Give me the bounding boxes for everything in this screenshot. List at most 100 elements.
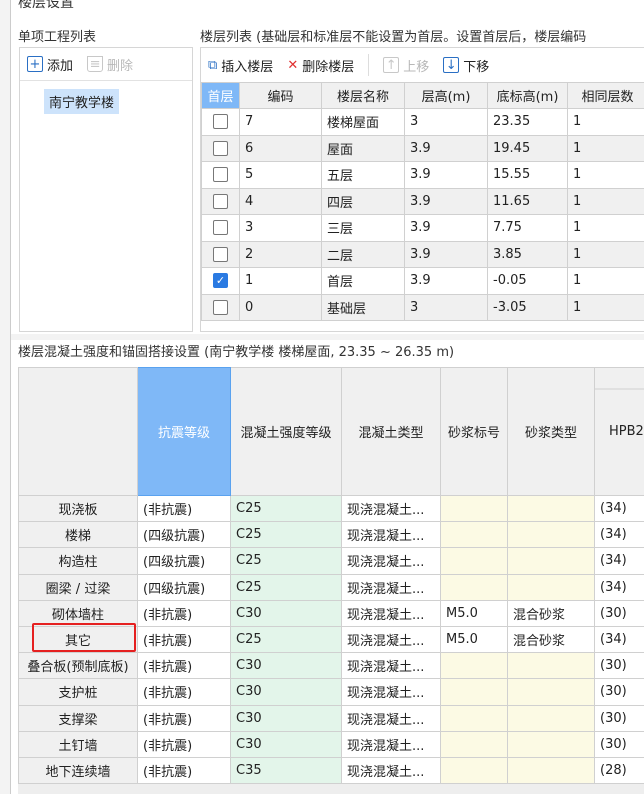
cell-concrete-grade[interactable]: C25	[230, 547, 342, 575]
cell-same[interactable]: 1	[567, 214, 644, 242]
cell-hpb[interactable]: (34)	[594, 625, 644, 654]
concrete-row[interactable]: 圈梁 / 过梁 (四级抗震) C25 现浇混凝土... (34)	[18, 573, 644, 601]
cell-mortar-grade[interactable]	[440, 704, 508, 732]
cell-concrete-grade[interactable]: C25	[230, 494, 342, 523]
first-floor-checkbox[interactable]	[213, 299, 228, 315]
cell-same[interactable]: 1	[567, 267, 644, 295]
delete-button[interactable]: ≡ 删除	[87, 55, 133, 74]
first-floor-cell[interactable]: ✓	[201, 267, 240, 295]
cell-code[interactable]: 0	[239, 293, 322, 321]
floor-row[interactable]: 6 屋面 3.9 19.45 1	[201, 134, 644, 162]
cell-same[interactable]: 1	[567, 108, 644, 136]
cell-mortar-grade[interactable]	[440, 730, 508, 758]
cell-same[interactable]: 1	[567, 161, 644, 189]
cell-code[interactable]: 1	[239, 267, 322, 295]
cell-code[interactable]: 7	[239, 108, 322, 136]
cell-hpb[interactable]: (30)	[594, 704, 644, 732]
concrete-row[interactable]: 构造柱 (四级抗震) C25 现浇混凝土... (34)	[18, 547, 644, 575]
cell-concrete-type[interactable]: 现浇混凝土...	[341, 494, 441, 523]
floor-row[interactable]: 4 四层 3.9 11.65 1	[201, 187, 644, 215]
cell-hpb[interactable]: (34)	[594, 521, 644, 549]
col-concrete-type[interactable]: 混凝土类型	[341, 367, 441, 496]
cell-concrete-type[interactable]: 现浇混凝土...	[341, 652, 441, 680]
cell-concrete-type[interactable]: 现浇混凝土...	[341, 547, 441, 575]
cell-elev[interactable]: -0.05	[487, 267, 568, 295]
move-up-button[interactable]: ↑ 上移	[383, 56, 429, 75]
floor-row[interactable]: 0 基础层 3 -3.05 1	[201, 293, 644, 321]
cell-name[interactable]: 二层	[321, 240, 405, 268]
concrete-row[interactable]: 支护桩 (非抗震) C30 现浇混凝土... (30)	[18, 678, 644, 706]
cell-hpb[interactable]: (34)	[594, 573, 644, 601]
add-button[interactable]: + 添加	[27, 55, 73, 74]
cell-name[interactable]: 楼梯屋面	[321, 108, 405, 136]
floor-row[interactable]: 5 五层 3.9 15.55 1	[201, 161, 644, 189]
tree-item-nanning-building[interactable]: 南宁教学楼	[44, 89, 120, 114]
cell-same[interactable]: 1	[567, 187, 644, 215]
cell-mortar-grade[interactable]	[440, 652, 508, 680]
first-floor-cell[interactable]	[201, 134, 240, 162]
cell-hpb[interactable]: (30)	[594, 678, 644, 706]
concrete-row[interactable]: 地下连续墙 (非抗震) C35 现浇混凝土... (28)	[18, 756, 644, 785]
cell-concrete-type[interactable]: 现浇混凝土...	[341, 521, 441, 549]
cell-hpb[interactable]: (34)	[594, 547, 644, 575]
cell-elev[interactable]: 19.45	[487, 134, 568, 162]
cell-concrete-grade[interactable]: C30	[230, 599, 342, 627]
concrete-row[interactable]: 土钉墙 (非抗震) C30 现浇混凝土... (30)	[18, 730, 644, 758]
move-down-button[interactable]: ↓ 下移	[443, 56, 489, 75]
cell-elev[interactable]: 11.65	[487, 187, 568, 215]
first-floor-cell[interactable]	[201, 293, 240, 321]
floor-row[interactable]: 3 三层 3.9 7.75 1	[201, 214, 644, 242]
cell-mortar-grade[interactable]	[440, 678, 508, 706]
cell-concrete-grade[interactable]: C30	[230, 730, 342, 758]
cell-seismic[interactable]: (四级抗震)	[137, 573, 231, 601]
cell-name[interactable]: 五层	[321, 161, 405, 189]
cell-mortar-type[interactable]	[507, 652, 595, 680]
col-mortar-grade[interactable]: 砂浆标号	[440, 367, 508, 496]
cell-seismic[interactable]: (非抗震)	[137, 678, 231, 706]
cell-mortar-type[interactable]	[507, 521, 595, 549]
col-first-floor[interactable]: 首层	[201, 82, 240, 109]
col-bottom-elevation[interactable]: 底标高(m)	[487, 82, 568, 109]
first-floor-cell[interactable]	[201, 240, 240, 268]
concrete-row[interactable]: 叠合板(预制底板) (非抗震) C30 现浇混凝土... (30)	[18, 652, 644, 680]
concrete-row[interactable]: 楼梯 (四级抗震) C25 现浇混凝土... (34)	[18, 521, 644, 549]
concrete-row[interactable]: 现浇板 (非抗震) C25 现浇混凝土... (34)	[18, 494, 644, 523]
cell-seismic[interactable]: (非抗震)	[137, 625, 231, 654]
cell-mortar-type[interactable]	[507, 573, 595, 601]
cell-name[interactable]: 屋面	[321, 134, 405, 162]
cell-seismic[interactable]: (非抗震)	[137, 494, 231, 523]
col-mortar-type[interactable]: 砂浆类型	[507, 367, 595, 496]
cell-same[interactable]: 1	[567, 134, 644, 162]
cell-concrete-grade[interactable]: C25	[230, 521, 342, 549]
first-floor-checkbox[interactable]: ✓	[213, 273, 228, 289]
first-floor-checkbox[interactable]	[213, 220, 228, 236]
cell-height[interactable]: 3.9	[404, 187, 488, 215]
cell-concrete-type[interactable]: 现浇混凝土...	[341, 704, 441, 732]
cell-mortar-type[interactable]	[507, 730, 595, 758]
col-seismic-grade[interactable]: 抗震等级	[137, 367, 231, 496]
cell-mortar-type[interactable]: 混合砂浆	[507, 625, 595, 654]
cell-height[interactable]: 3	[404, 108, 488, 136]
cell-seismic[interactable]: (非抗震)	[137, 730, 231, 758]
first-floor-checkbox[interactable]	[213, 246, 228, 262]
cell-concrete-grade[interactable]: C30	[230, 678, 342, 706]
cell-height[interactable]: 3.9	[404, 161, 488, 189]
first-floor-cell[interactable]	[201, 214, 240, 242]
cell-seismic[interactable]: (非抗震)	[137, 756, 231, 785]
cell-concrete-grade[interactable]: C30	[230, 704, 342, 732]
col-concrete-grade[interactable]: 混凝土强度等级	[230, 367, 342, 496]
cell-mortar-type[interactable]	[507, 678, 595, 706]
cell-hpb[interactable]: (30)	[594, 652, 644, 680]
cell-height[interactable]: 3.9	[404, 267, 488, 295]
cell-mortar-type[interactable]	[507, 494, 595, 523]
cell-concrete-grade[interactable]: C30	[230, 652, 342, 680]
first-floor-cell[interactable]	[201, 187, 240, 215]
cell-mortar-grade[interactable]	[440, 756, 508, 785]
cell-same[interactable]: 1	[567, 293, 644, 321]
insert-floor-button[interactable]: ⧉ 插入楼层	[208, 56, 273, 75]
cell-same[interactable]: 1	[567, 240, 644, 268]
cell-mortar-type[interactable]: 混合砂浆	[507, 599, 595, 627]
cell-concrete-type[interactable]: 现浇混凝土...	[341, 730, 441, 758]
cell-concrete-type[interactable]: 现浇混凝土...	[341, 756, 441, 785]
cell-concrete-type[interactable]: 现浇混凝土...	[341, 678, 441, 706]
